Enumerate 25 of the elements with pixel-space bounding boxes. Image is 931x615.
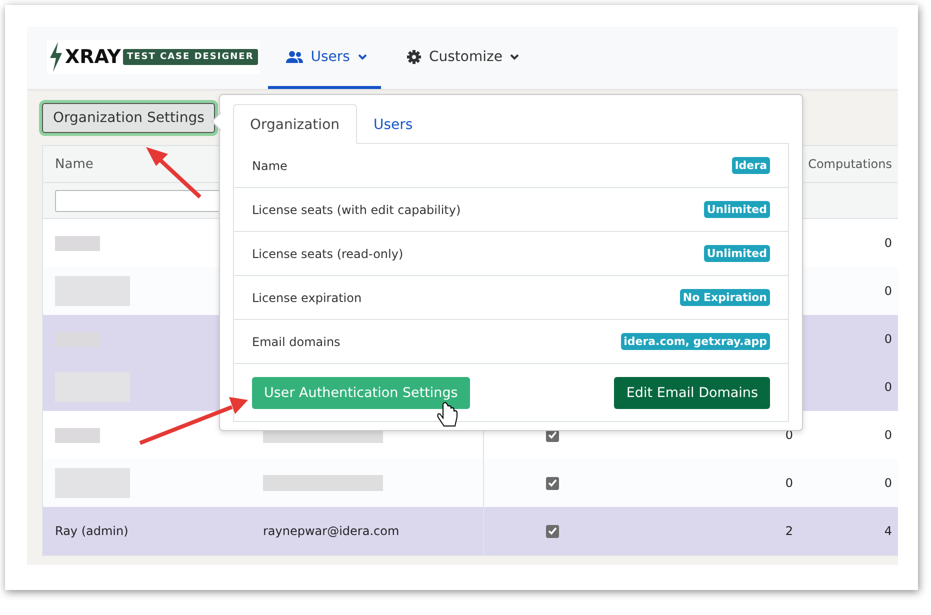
table-cell: 0 [785, 476, 793, 490]
table-cell: 0 [884, 428, 892, 442]
field-value-badge: No Expiration [680, 289, 770, 306]
table-cell: raynepwar@idera.com [263, 524, 400, 538]
field-value-badge: Unlimited [704, 201, 770, 218]
logo-product-text: TEST CASE DESIGNER [122, 49, 258, 65]
field-label: License seats (with edit capability) [252, 202, 461, 216]
field-label: License expiration [252, 290, 362, 304]
table-cell: Ray (admin) [55, 524, 128, 538]
column-header: Computations [808, 157, 892, 171]
field-label: License seats (read-only) [252, 246, 404, 260]
table-cell: 0 [884, 236, 892, 250]
column-header: Name [55, 156, 94, 172]
field-value-badge: idera.com, getxray.app [620, 333, 770, 350]
table-cell: 0 [884, 476, 892, 490]
table-cell: 2 [785, 524, 793, 538]
field-label: Name [252, 158, 288, 172]
logo-brand-text: XRAY [65, 46, 121, 68]
table-cell: 0 [884, 380, 892, 394]
table-cell: 0 [884, 332, 892, 346]
field-label: Email domains [252, 334, 340, 348]
table-cell: 0 [884, 284, 892, 298]
table-cell: 4 [884, 524, 892, 538]
field-value-badge: Unlimited [704, 245, 770, 262]
field-value-badge: Idera [732, 157, 770, 174]
